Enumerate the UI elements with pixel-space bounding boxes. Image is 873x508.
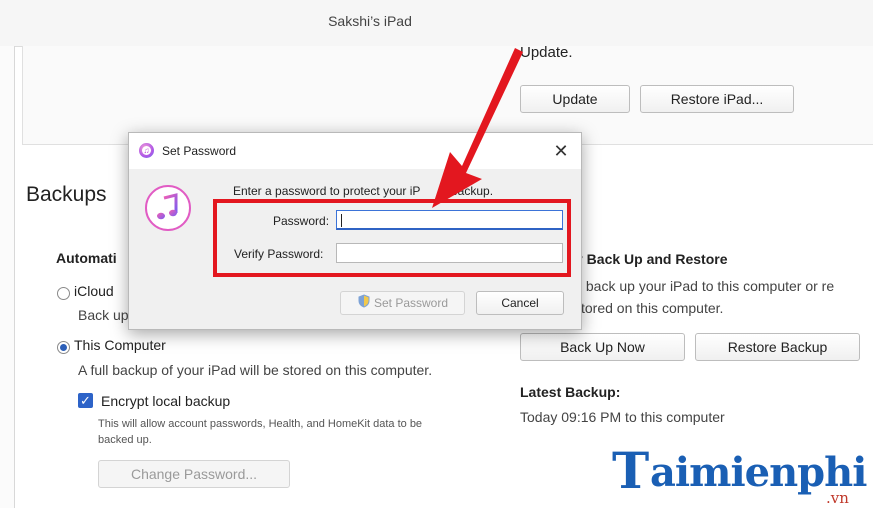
pointer-arrow-icon (432, 48, 523, 208)
latest-backup-value: Today 09:16 PM to this computer (520, 409, 725, 425)
icloud-desc: Back up (78, 307, 129, 323)
manual-backup-desc-line2: tored on this computer. (581, 300, 724, 316)
watermark-logo-t: T (612, 441, 650, 500)
auto-backup-heading: Automati (56, 250, 117, 266)
window-title: Sakshi’s iPad (328, 13, 412, 29)
encrypt-label: Encrypt local backup (101, 393, 231, 409)
back-up-now-button[interactable]: Back Up Now (520, 333, 685, 361)
encrypt-desc-line1: This will allow account passwords, Healt… (98, 418, 423, 430)
manual-backup-heading: y Back Up and Restore (575, 251, 728, 267)
encrypt-checkbox[interactable]: ✓ (78, 393, 93, 408)
latest-backup-heading: Latest Backup: (520, 384, 621, 400)
icloud-label: iCloud (74, 283, 114, 299)
dialog-prompt: Enter a password to protect your iP (233, 184, 421, 198)
restore-backup-button[interactable]: Restore Backup (695, 333, 860, 361)
change-password-button[interactable]: Change Password... (98, 460, 290, 488)
manual-backup-desc-line1: y back up your iPad to this computer or … (575, 278, 835, 294)
shield-icon (357, 293, 371, 315)
watermark-suffix: .vn (826, 489, 849, 507)
restore-ipad-button[interactable]: Restore iPad... (640, 85, 794, 113)
encrypt-desc-line2: backed up. (98, 434, 152, 446)
dialog-title: Set Password (162, 144, 237, 158)
this-computer-label: This Computer (74, 337, 166, 353)
backups-title: Backups (26, 183, 107, 206)
set-password-button[interactable]: Set Password (340, 291, 465, 315)
close-icon[interactable]: ✕ (549, 139, 573, 163)
set-password-label: Set Password (373, 296, 449, 310)
sidebar-edge (0, 46, 15, 508)
update-button[interactable]: Update (520, 85, 630, 113)
itunes-icon (145, 185, 191, 231)
this-computer-desc: A full backup of your iPad will be store… (78, 362, 433, 378)
this-computer-radio[interactable] (57, 341, 70, 354)
cancel-button[interactable]: Cancel (476, 291, 564, 315)
icloud-radio[interactable] (57, 287, 70, 300)
itunes-icon: ♫ (139, 143, 154, 158)
